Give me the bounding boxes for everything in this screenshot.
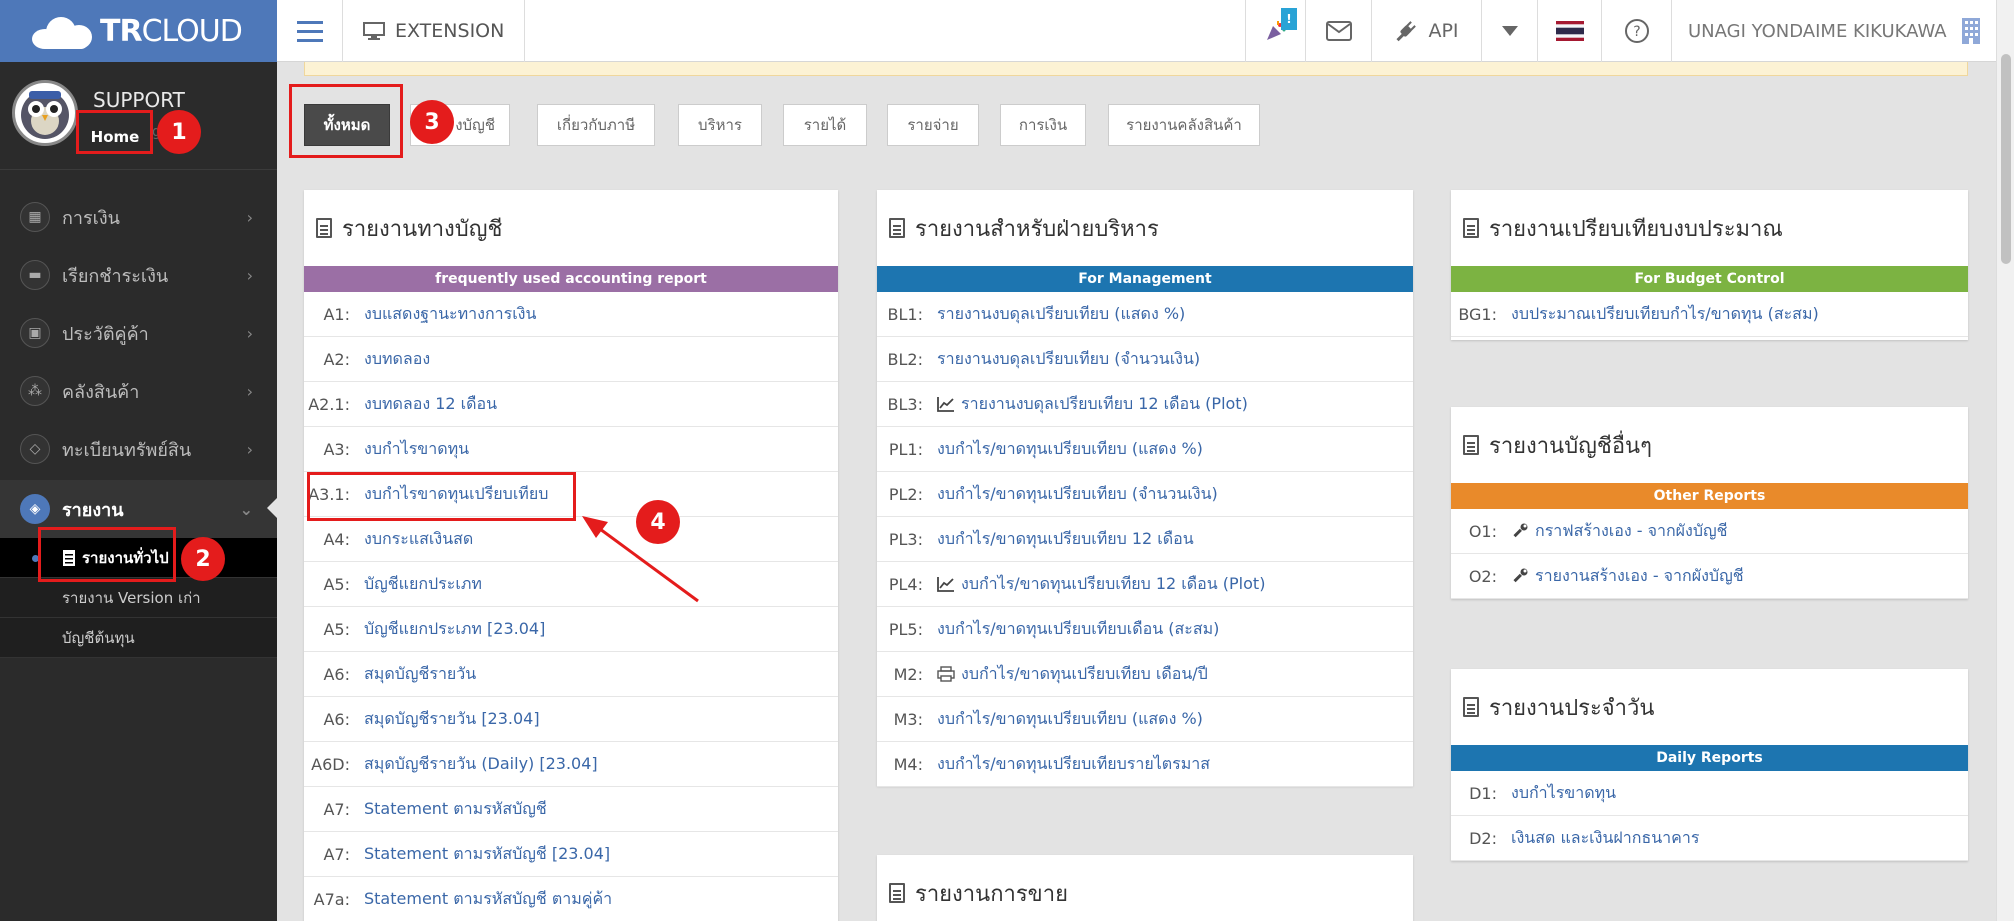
arrow-annotation (582, 516, 699, 603)
scrollbar[interactable] (1996, 0, 2014, 921)
scrollbar-thumb[interactable] (2001, 54, 2011, 264)
page: TRCLOUD EXTENSION ! API ? UNAGI YONDAIME… (0, 0, 2014, 921)
